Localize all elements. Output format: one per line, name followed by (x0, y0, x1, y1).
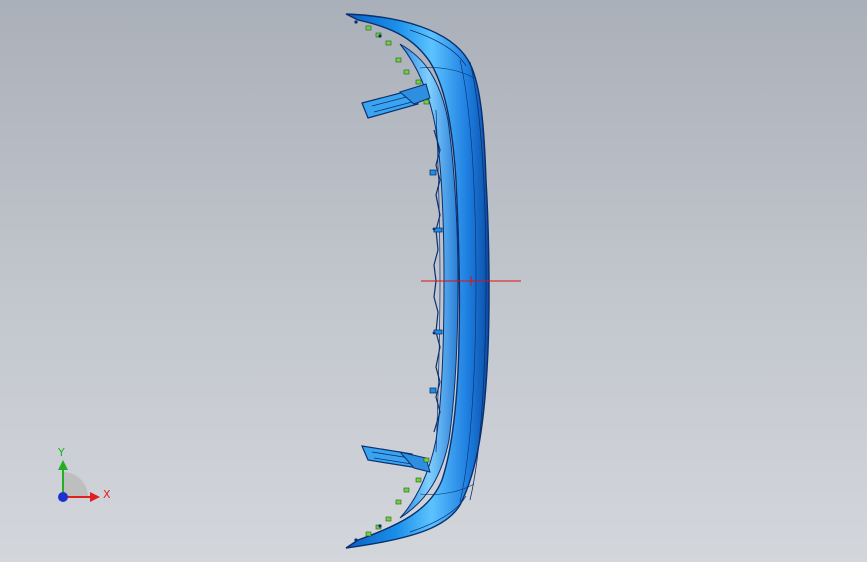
bumper-flange-tab (429, 169, 437, 176)
cad-scene: Y X (57, 13, 521, 549)
upper-mount-bracket[interactable] (361, 83, 431, 119)
reference-triad[interactable]: Y X (57, 446, 111, 502)
triad-y-label: Y (57, 446, 65, 459)
triad-x-label: X (103, 488, 111, 501)
lower-mount-bracket[interactable] (361, 445, 431, 473)
x-arrow-icon (90, 492, 100, 502)
y-arrow-icon (58, 460, 68, 470)
triad-arc (63, 472, 88, 497)
bumper-flange-tab (429, 387, 437, 394)
graphics-viewport[interactable]: Y X (0, 0, 867, 562)
z-axis-dot (58, 492, 68, 502)
